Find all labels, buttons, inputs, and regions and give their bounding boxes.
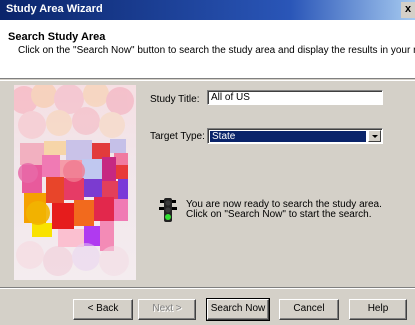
back-button[interactable]: < Back [73,299,133,320]
window-title: Study Area Wizard [6,3,103,15]
close-icon[interactable]: x [401,2,415,18]
page-description: Click on the "Search Now" button to sear… [18,45,415,56]
header-divider [0,80,415,81]
us-map-graphic [18,139,128,251]
target-type-select[interactable]: State [207,128,383,144]
ready-message: You are now ready to search the study ar… [186,200,382,220]
target-type-label: Target Type: [150,131,205,142]
wizard-header: Search Study Area Click on the "Search N… [0,20,415,79]
footer-divider-highlight [0,288,415,289]
ready-message-line2: Click on "Search Now" to start the searc… [186,209,372,220]
study-title-label: Study Title: [150,94,200,105]
page-title: Search Study Area [8,31,106,43]
study-area-wizard-window: Study Area Wizard x Search Study Area Cl… [0,0,415,325]
cancel-button[interactable]: Cancel [279,299,339,320]
chevron-down-icon[interactable] [368,130,381,142]
next-button[interactable]: Next > [138,299,196,320]
study-title-input[interactable]: All of US [207,90,383,105]
search-now-button[interactable]: Search Now [206,298,270,321]
traffic-light-icon [157,197,179,226]
title-bar[interactable]: Study Area Wizard x [0,0,415,20]
target-type-value: State [210,131,366,142]
wizard-side-image [14,85,136,280]
help-button[interactable]: Help [349,299,407,320]
